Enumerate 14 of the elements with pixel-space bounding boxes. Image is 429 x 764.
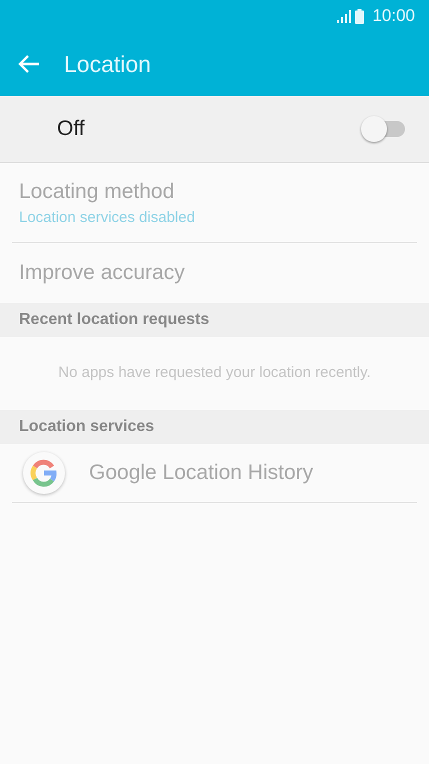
logo-icon (23, 452, 65, 494)
item-title: Improve accuracy (19, 260, 185, 286)
section-header: Location services (0, 410, 429, 444)
toggle-switch[interactable] (361, 115, 407, 143)
battery-icon (355, 8, 364, 24)
item-title: Locating method (19, 178, 176, 204)
switch-label: Off (57, 116, 85, 142)
signal-icon (337, 10, 352, 22)
item-title: Google Location History (89, 460, 314, 486)
item-summary: Location services disabled (19, 208, 195, 228)
screen-title: Location (64, 50, 151, 79)
back-button[interactable] (18, 54, 40, 74)
section-header: Recent location requests (0, 303, 429, 337)
time-text: 10:00 (372, 5, 415, 28)
